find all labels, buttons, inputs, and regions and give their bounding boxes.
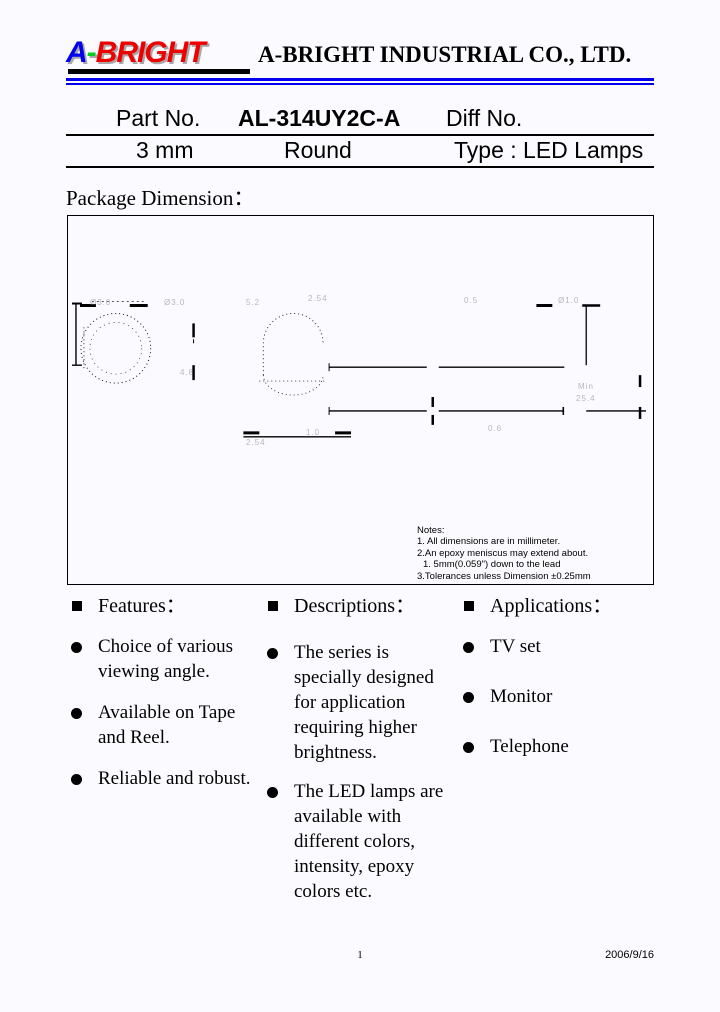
features-heading: Features： xyxy=(66,594,262,618)
part-number-table: Part No. AL-314UY2C-A Diff No. 3 mm Roun… xyxy=(66,104,654,168)
document-date: 2006/9/16 xyxy=(605,949,654,961)
header-rule-lower xyxy=(66,83,654,85)
column-applications: Applications： TV set Monitor Telephone xyxy=(458,594,666,784)
list-item: The LED lamps are available with differe… xyxy=(262,779,458,904)
feature-columns: Features： Choice of various viewing angl… xyxy=(66,594,666,924)
list-item: TV set xyxy=(458,634,666,659)
product-type-value: Type : LED Lamps xyxy=(454,137,644,163)
list-item: Reliable and robust. xyxy=(66,766,262,791)
table-rule-bottom xyxy=(66,166,654,168)
features-heading-label: Features： xyxy=(98,595,186,617)
logo-wordmark: A-BRIGHT xyxy=(66,36,206,69)
list-item-label: Choice of various viewing angle. xyxy=(98,636,234,682)
company-name: A-BRIGHT INDUSTRIAL CO., LTD. xyxy=(258,42,632,67)
descriptions-heading-label: Descriptions： xyxy=(294,595,416,617)
table-row: Part No. AL-314UY2C-A Diff No. xyxy=(66,104,654,134)
list-item-label: The LED lamps are available with differe… xyxy=(294,781,444,902)
table-row: 3 mm Round Type : LED Lamps xyxy=(66,136,654,166)
list-item-label: The series is specially designed for app… xyxy=(294,642,434,763)
list-item: The series is specially designed for app… xyxy=(262,640,458,765)
list-item-label: Reliable and robust. xyxy=(98,768,251,789)
list-item-label: Available on Tape and Reel. xyxy=(98,702,236,748)
applications-heading-label: Applications： xyxy=(490,595,613,617)
part-no-value: AL-314UY2C-A xyxy=(238,105,401,131)
logo-letter-a: A xyxy=(66,36,88,69)
round-bullet-icon xyxy=(267,787,278,798)
round-bullet-icon xyxy=(463,742,474,753)
notes-title: Notes: xyxy=(417,524,445,536)
package-dimension-heading: Package Dimension： xyxy=(66,186,255,210)
diff-no-label: Diff No. xyxy=(446,105,523,131)
package-size-value: 3 mm xyxy=(136,137,194,163)
dimension-callout: 2.54 xyxy=(308,294,328,303)
dimension-callout: 25.4 xyxy=(576,394,596,403)
logo-dash: - xyxy=(86,36,97,69)
square-bullet-icon xyxy=(464,601,474,611)
descriptions-heading: Descriptions： xyxy=(262,594,458,618)
list-item-label: Monitor xyxy=(490,686,553,707)
square-bullet-icon xyxy=(268,601,278,611)
dimension-callout: 0.5 xyxy=(464,296,479,305)
dimension-callout: Min xyxy=(578,382,594,391)
dimension-callout: Ø1.0 xyxy=(558,296,580,305)
applications-heading: Applications： xyxy=(458,594,666,618)
list-item: Telephone xyxy=(458,734,666,759)
round-bullet-icon xyxy=(71,708,82,719)
package-shape-value: Round xyxy=(284,137,352,163)
square-bullet-icon xyxy=(72,601,82,611)
list-item-label: Telephone xyxy=(490,736,569,757)
note-line: 2.An epoxy meniscus may extend about. xyxy=(417,547,589,559)
header-rule-upper xyxy=(66,78,654,81)
list-item: Monitor xyxy=(458,684,666,709)
dimension-callout: 0.6 xyxy=(488,424,503,433)
list-item: Available on Tape and Reel. xyxy=(66,700,262,750)
part-no-label: Part No. xyxy=(116,105,201,131)
list-item-label: TV set xyxy=(490,636,541,657)
drawing-notes: Notes: 1. All dimensions are in millimet… xyxy=(417,525,649,582)
column-features: Features： Choice of various viewing angl… xyxy=(66,594,262,807)
dimension-callout: 4.8 xyxy=(180,368,195,377)
note-line: 1. 5mm(0.059") down to the lead xyxy=(423,559,561,571)
dimension-callout: Ø3.0 xyxy=(90,298,112,307)
logo-word-bright: BRIGHT xyxy=(95,36,206,69)
note-line: 1. All dimensions are in millimeter. xyxy=(417,536,561,548)
logo-underline-bar xyxy=(68,69,250,74)
package-dimension-drawing: Ø3.0 Ø3.0 5.2 2.54 0.5 Ø1.0 4.8 25.4 Min 0.6 1.0 2.… xyxy=(67,215,654,585)
dimension-callout: 5.2 xyxy=(246,298,261,307)
page-footer: 1 2006/9/16 xyxy=(0,948,720,970)
column-descriptions: Descriptions： The series is specially de… xyxy=(262,594,458,918)
round-bullet-icon xyxy=(71,642,82,653)
company-logo: A-BRIGHT xyxy=(66,38,254,74)
dimension-callout: Ø3.0 xyxy=(164,298,186,307)
dimension-callout: 2.54 xyxy=(246,438,266,447)
round-bullet-icon xyxy=(463,642,474,653)
list-item: Choice of various viewing angle. xyxy=(66,634,262,684)
page-header: A-BRIGHT A-BRIGHT INDUSTRIAL CO., LTD. xyxy=(0,0,720,92)
dimension-callout: 1.0 xyxy=(306,428,321,437)
round-bullet-icon xyxy=(267,648,278,659)
note-line: 3.Tolerances unless Dimension ±0.25mm xyxy=(417,570,591,582)
round-bullet-icon xyxy=(71,774,82,785)
round-bullet-icon xyxy=(463,692,474,703)
